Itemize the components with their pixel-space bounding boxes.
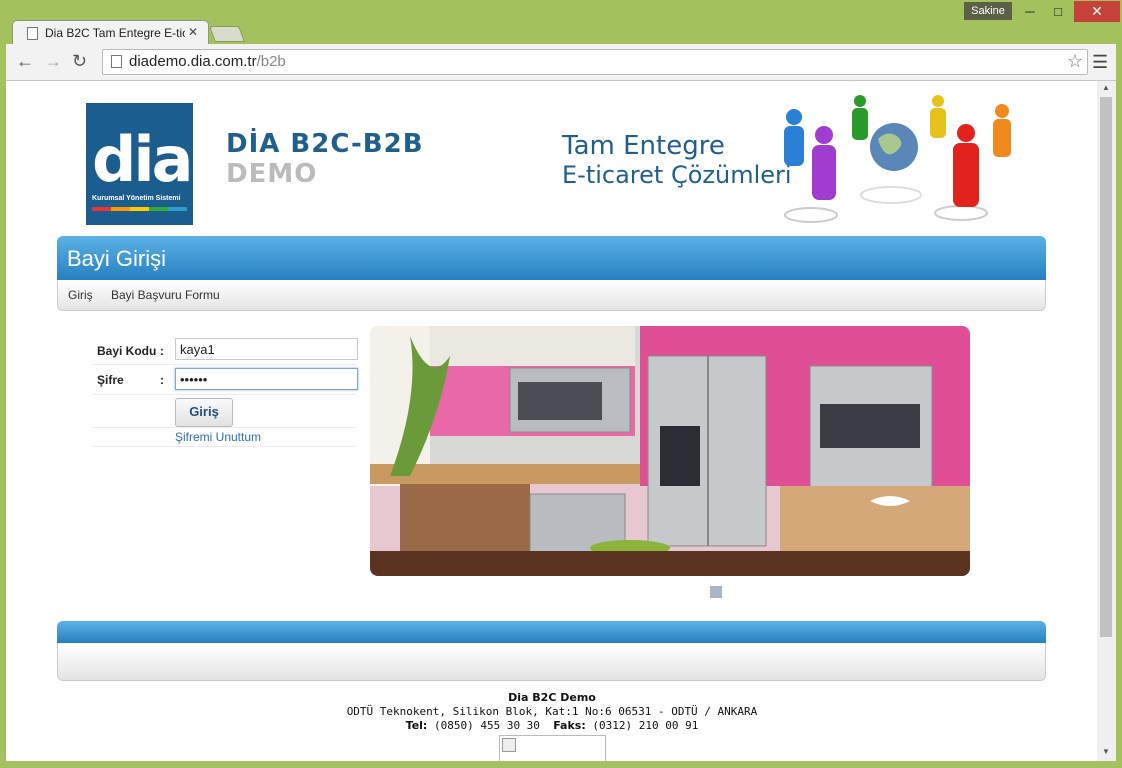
scrollbar-thumb[interactable]	[1100, 97, 1112, 637]
brand-title: DİA B2C-B2B	[226, 129, 424, 159]
footer-contact: Tel: (0850) 455 30 30 Faks: (0312) 210 0…	[252, 719, 852, 733]
tel-label: Tel:	[405, 719, 428, 732]
forward-arrow-icon[interactable]: →	[44, 51, 62, 72]
maximize-icon[interactable]: □	[1044, 2, 1072, 22]
form-divider	[92, 394, 356, 395]
form-divider	[92, 427, 356, 428]
scroll-down-arrow-icon[interactable]: ▼	[1102, 747, 1110, 756]
footer-address: ODTÜ Teknokent, Silikon Blok, Kat:1 No:6…	[346, 705, 758, 718]
panel-menu: Giriş Bayi Başvuru Formu	[57, 280, 1046, 311]
slogan-line-1: Tam Entegre	[562, 131, 725, 161]
slogan-line-2: E-ticaret Çözümleri	[562, 161, 792, 189]
scroll-up-arrow-icon[interactable]: ▲	[1102, 83, 1110, 92]
fax-value: (0312) 210 00 91	[592, 719, 699, 732]
logo-stripes	[92, 207, 187, 211]
tel-value: (0850) 455 30 30	[433, 719, 540, 732]
page-viewport: dia Kurumsal Yönetim Sistemi DİA B2C-B2B…	[6, 81, 1097, 761]
close-tab-icon[interactable]: ✕	[188, 25, 198, 39]
colon: :	[160, 344, 164, 358]
menu-icon[interactable]: ☰	[1092, 52, 1108, 73]
bottom-panel-header	[57, 621, 1046, 643]
panel-header: Bayi Girişi	[57, 236, 1046, 280]
dealer-code-input[interactable]: kaya1	[175, 338, 358, 360]
url-host: diademo.dia.com.tr	[129, 53, 257, 70]
menu-item-giris[interactable]: Giriş	[68, 288, 93, 302]
dealer-code-label: Bayi Kodu	[97, 344, 157, 358]
bookmark-star-icon[interactable]: ☆	[1067, 51, 1083, 72]
broken-image	[499, 735, 606, 761]
forgot-password-link[interactable]: Şifremi Unuttum	[175, 430, 261, 444]
close-window-icon[interactable]: ✕	[1074, 1, 1120, 22]
people-globe-illustration	[784, 95, 1011, 223]
bottom-panel-body	[57, 643, 1046, 681]
logo-subtitle: Kurumsal Yönetim Sistemi	[92, 195, 181, 202]
browser-tab[interactable]: Dia B2C Tam Entegre E-tic ✕	[12, 20, 209, 46]
profile-badge[interactable]: Sakine	[964, 2, 1012, 20]
panel-title: Bayi Girişi	[67, 246, 167, 271]
form-divider	[92, 364, 356, 365]
browser-toolbar: ← → ↻ diademo.dia.com.tr/b2b ☆ ☰	[6, 44, 1116, 81]
colon: :	[160, 373, 164, 387]
page-icon	[111, 55, 122, 68]
logo-text: dia	[92, 123, 193, 196]
form-divider	[92, 446, 356, 447]
page-icon	[27, 27, 38, 40]
password-input[interactable]: ••••••	[175, 368, 358, 390]
menu-item-bayi-basvuru[interactable]: Bayi Başvuru Formu	[111, 288, 220, 302]
address-bar[interactable]: diademo.dia.com.tr/b2b ☆	[102, 49, 1088, 75]
footer: Dia B2C Demo ODTÜ Teknokent, Silikon Blo…	[252, 691, 852, 733]
reload-icon[interactable]: ↻	[72, 51, 87, 72]
new-tab-button[interactable]	[209, 26, 245, 42]
minimize-icon[interactable]: ─	[1016, 2, 1044, 22]
dia-logo: dia Kurumsal Yönetim Sistemi	[86, 103, 193, 225]
brand-demo: DEMO	[226, 159, 318, 189]
tab-title: Dia B2C Tam Entegre E-tic	[45, 26, 185, 40]
broken-image-icon	[502, 738, 516, 752]
footer-company: Dia B2C Demo	[508, 691, 596, 704]
password-label: Şifre	[97, 373, 124, 387]
slide-indicator[interactable]	[710, 586, 722, 598]
login-button[interactable]: Giriş	[175, 398, 233, 427]
vertical-scrollbar[interactable]: ▲ ▼	[1097, 81, 1116, 761]
url-path: /b2b	[256, 53, 286, 70]
fax-label: Faks:	[553, 719, 586, 732]
browser-window: Sakine ─ □ ✕ Dia B2C Tam Entegre E-tic ✕…	[0, 0, 1122, 768]
kitchen-banner-image	[370, 326, 970, 576]
back-arrow-icon[interactable]: ←	[16, 51, 34, 72]
